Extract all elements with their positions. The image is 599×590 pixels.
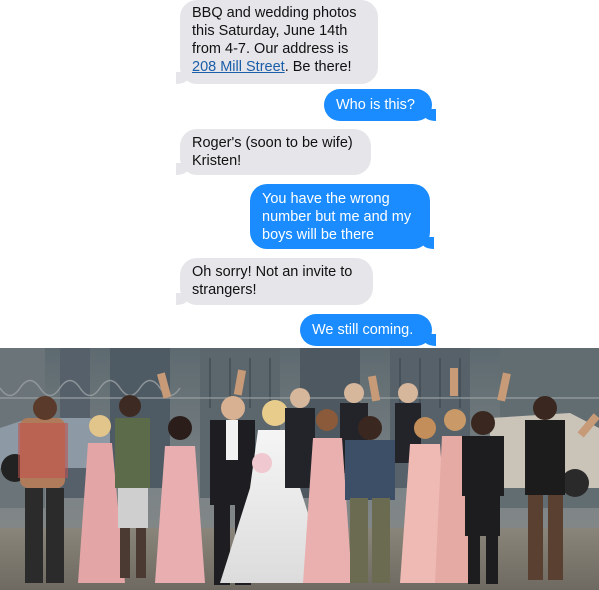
- message-text: We still coming.: [312, 322, 414, 338]
- outgoing-message: We still coming.: [300, 314, 436, 346]
- wedding-group-photo: [0, 348, 599, 590]
- incoming-message: Oh sorry! Not an invite to strangers!: [176, 258, 373, 305]
- incoming-message: BBQ and wedding photos this Saturday, Ju…: [176, 0, 378, 84]
- message-text: BBQ and wedding photos this Saturday, Ju…: [192, 5, 357, 57]
- message-thread: BBQ and wedding photos this Saturday, Ju…: [0, 0, 599, 348]
- message-text: Roger's (soon to be wife) Kristen!: [192, 135, 353, 169]
- outgoing-message: You have the wrong number but me and my …: [250, 184, 434, 249]
- address-link[interactable]: 208 Mill Street: [192, 59, 285, 75]
- message-text: Who is this?: [336, 97, 415, 113]
- message-text: . Be there!: [284, 59, 352, 75]
- message-text: You have the wrong number but me and my …: [262, 191, 412, 243]
- incoming-message: Roger's (soon to be wife) Kristen!: [176, 129, 371, 175]
- outgoing-message: Who is this?: [324, 89, 436, 121]
- message-text: Oh sorry! Not an invite to strangers!: [192, 264, 353, 298]
- photo-illustration: [0, 348, 599, 590]
